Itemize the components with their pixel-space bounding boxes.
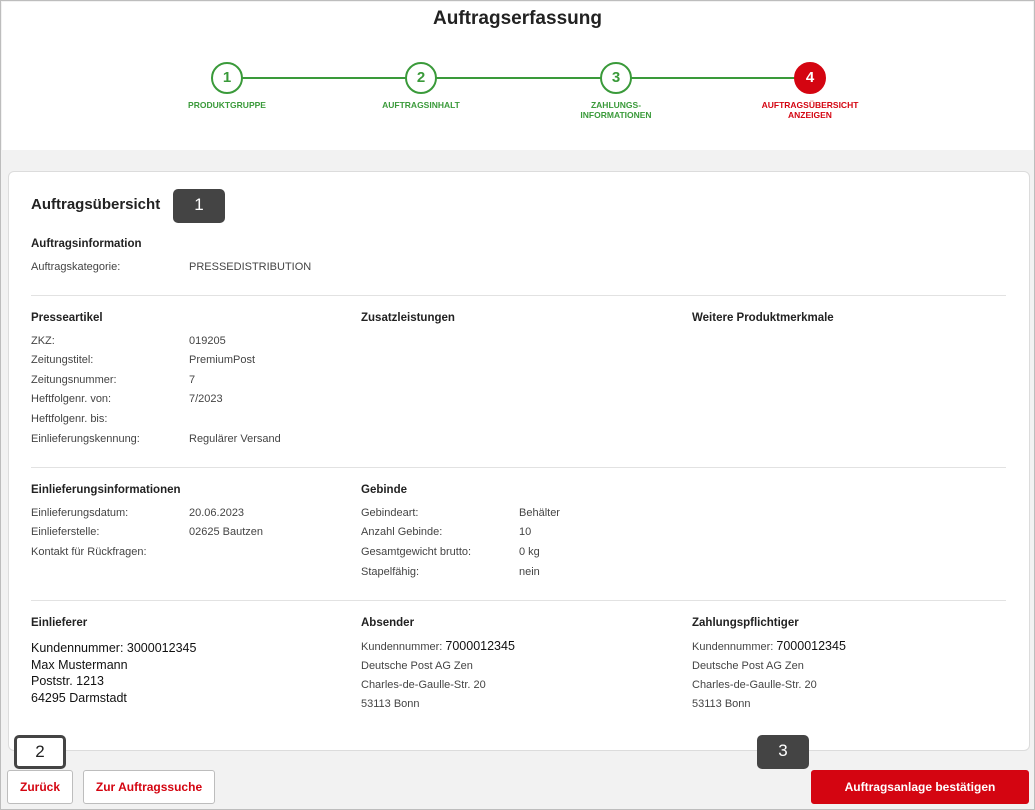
app-frame: Auftragserfassung 1 PRODUKTGRUPPE 2 AUFT…	[0, 0, 1035, 810]
info-row: Heftfolgenr. bis:	[31, 413, 189, 425]
field-label: Stapelfähig:	[361, 566, 420, 578]
kundennummer-value: 7000012345	[776, 639, 846, 653]
step-label: ZAHLUNGS- INFORMATIONEN	[580, 100, 652, 120]
field-label: Auftragskategorie:	[31, 261, 121, 273]
info-row: Anzahl Gebinde: 10	[361, 526, 531, 538]
kundennummer-label: Kundennummer:	[31, 641, 124, 655]
address-city: 64295 Darmstadt	[31, 690, 127, 705]
step-auftragsuebersicht: 4 AUFTRAGSÜBERSICHT ANZEIGEN	[730, 62, 890, 120]
step-label: AUFTRAGSÜBERSICHT ANZEIGEN	[761, 100, 859, 120]
info-row: Zeitungstitel: PremiumPost	[31, 354, 255, 366]
info-row: Einlieferstelle: 02625 Bautzen	[31, 526, 263, 538]
section-auftragsinformation: Auftragsinformation	[31, 238, 142, 250]
annotation-marker-2: 2	[14, 735, 66, 769]
info-row: Einlieferungskennung: Regulärer Versand	[31, 433, 281, 445]
field-value: 7/2023	[189, 393, 223, 405]
overview-card: Auftragsübersicht 1 Auftragsinformation …	[8, 171, 1030, 751]
confirm-order-button[interactable]: Auftragsanlage bestätigen	[811, 770, 1029, 804]
field-value: 019205	[189, 335, 226, 347]
field-label: Anzahl Gebinde:	[361, 526, 443, 538]
field-label: Einlieferungskennung:	[31, 433, 140, 445]
step-number: 3	[600, 62, 632, 94]
address-city: 53113 Bonn	[361, 698, 420, 710]
kundennummer-label: Kundennummer:	[692, 641, 774, 653]
info-row: Gesamtgewicht brutto: 0 kg	[361, 546, 540, 558]
absender-address: Kundennummer: 7000012345 Deutsche Post A…	[361, 637, 515, 714]
section-einlieferungsinformationen: Einlieferungsinformationen	[31, 484, 181, 496]
field-label: Einlieferstelle:	[31, 526, 100, 538]
address-street: Charles-de-Gaulle-Str. 20	[361, 679, 486, 691]
divider	[31, 467, 1006, 468]
section-einlieferer: Einlieferer	[31, 617, 88, 629]
field-label: Zeitungstitel:	[31, 354, 94, 366]
field-value: nein	[519, 566, 540, 578]
address-name: Deutsche Post AG Zen	[361, 660, 473, 672]
divider	[31, 295, 1006, 296]
divider	[31, 600, 1006, 601]
step-number: 4	[794, 62, 826, 94]
stepper-line	[229, 77, 812, 79]
field-value: 0 kg	[519, 546, 540, 558]
info-row: ZKZ: 019205	[31, 335, 226, 347]
field-label: Gesamtgewicht brutto:	[361, 546, 472, 558]
annotation-marker-1: 1	[173, 189, 225, 223]
kundennummer-value: 7000012345	[445, 639, 515, 653]
kundennummer-value: 3000012345	[126, 641, 197, 655]
page-title: Auftragserfassung	[433, 8, 602, 29]
annotation-marker-3: 3	[757, 735, 809, 769]
address-name: Deutsche Post AG Zen	[692, 660, 804, 672]
field-label: ZKZ:	[31, 335, 55, 347]
section-gebinde: Gebinde	[361, 484, 408, 496]
field-label: Gebindeart:	[361, 507, 419, 519]
field-value: Regulärer Versand	[189, 433, 281, 445]
info-row: Gebindeart: Behälter	[361, 507, 560, 519]
kundennummer-label: Kundennummer:	[361, 641, 443, 653]
step-produktgruppe[interactable]: 1 PRODUKTGRUPPE	[147, 62, 307, 110]
step-number: 2	[405, 62, 437, 94]
info-row: Einlieferungsdatum: 20.06.2023	[31, 507, 244, 519]
info-row: Zeitungsnummer: 7	[31, 374, 195, 386]
order-search-button[interactable]: Zur Auftragssuche	[83, 770, 215, 804]
section-zusatzleistungen: Zusatzleistungen	[361, 312, 455, 324]
field-label: Heftfolgenr. von:	[31, 393, 112, 405]
section-weitere-produktmerkmale: Weitere Produktmerkmale	[692, 312, 834, 324]
address-city: 53113 Bonn	[692, 698, 751, 710]
info-row: Auftragskategorie: PRESSEDISTRIBUTION	[31, 261, 311, 273]
field-value: PRESSEDISTRIBUTION	[189, 261, 312, 273]
einlieferer-address: Kundennummer: 3000012345 Max Mustermann …	[31, 640, 196, 706]
section-presseartikel: Presseartikel	[31, 312, 103, 324]
field-label: Kontakt für Rückfragen:	[31, 546, 147, 558]
header: Auftragserfassung 1 PRODUKTGRUPPE 2 AUFT…	[2, 2, 1033, 150]
step-auftragsinhalt[interactable]: 2 AUFTRAGSINHALT	[341, 62, 501, 110]
field-value: 10	[519, 526, 532, 538]
zahlungspflichtiger-address: Kundennummer: 7000012345 Deutsche Post A…	[692, 637, 846, 714]
section-zahlungspflichtiger: Zahlungspflichtiger	[692, 617, 799, 629]
field-value: Behälter	[519, 507, 560, 519]
info-row: Kontakt für Rückfragen:	[31, 546, 189, 558]
overview-title: Auftragsübersicht	[31, 196, 161, 213]
section-absender: Absender	[361, 617, 415, 629]
field-label: Zeitungsnummer:	[31, 374, 117, 386]
field-label: Einlieferungsdatum:	[31, 507, 129, 519]
address-name: Max Mustermann	[31, 657, 128, 672]
field-value: PremiumPost	[189, 354, 256, 366]
step-number: 1	[211, 62, 243, 94]
info-row: Heftfolgenr. von: 7/2023	[31, 393, 223, 405]
step-label: AUFTRAGSINHALT	[382, 100, 460, 110]
step-zahlungsinformationen[interactable]: 3 ZAHLUNGS- INFORMATIONEN	[536, 62, 696, 120]
back-button[interactable]: Zurück	[7, 770, 73, 804]
field-value: 02625 Bautzen	[189, 526, 264, 538]
field-value: 20.06.2023	[189, 507, 245, 519]
address-street: Poststr. 1213	[31, 674, 104, 688]
field-label: Heftfolgenr. bis:	[31, 413, 108, 425]
address-street: Charles-de-Gaulle-Str. 20	[692, 679, 817, 691]
step-label: PRODUKTGRUPPE	[188, 100, 266, 110]
field-value: 7	[189, 374, 196, 386]
info-row: Stapelfähig: nein	[361, 566, 540, 578]
